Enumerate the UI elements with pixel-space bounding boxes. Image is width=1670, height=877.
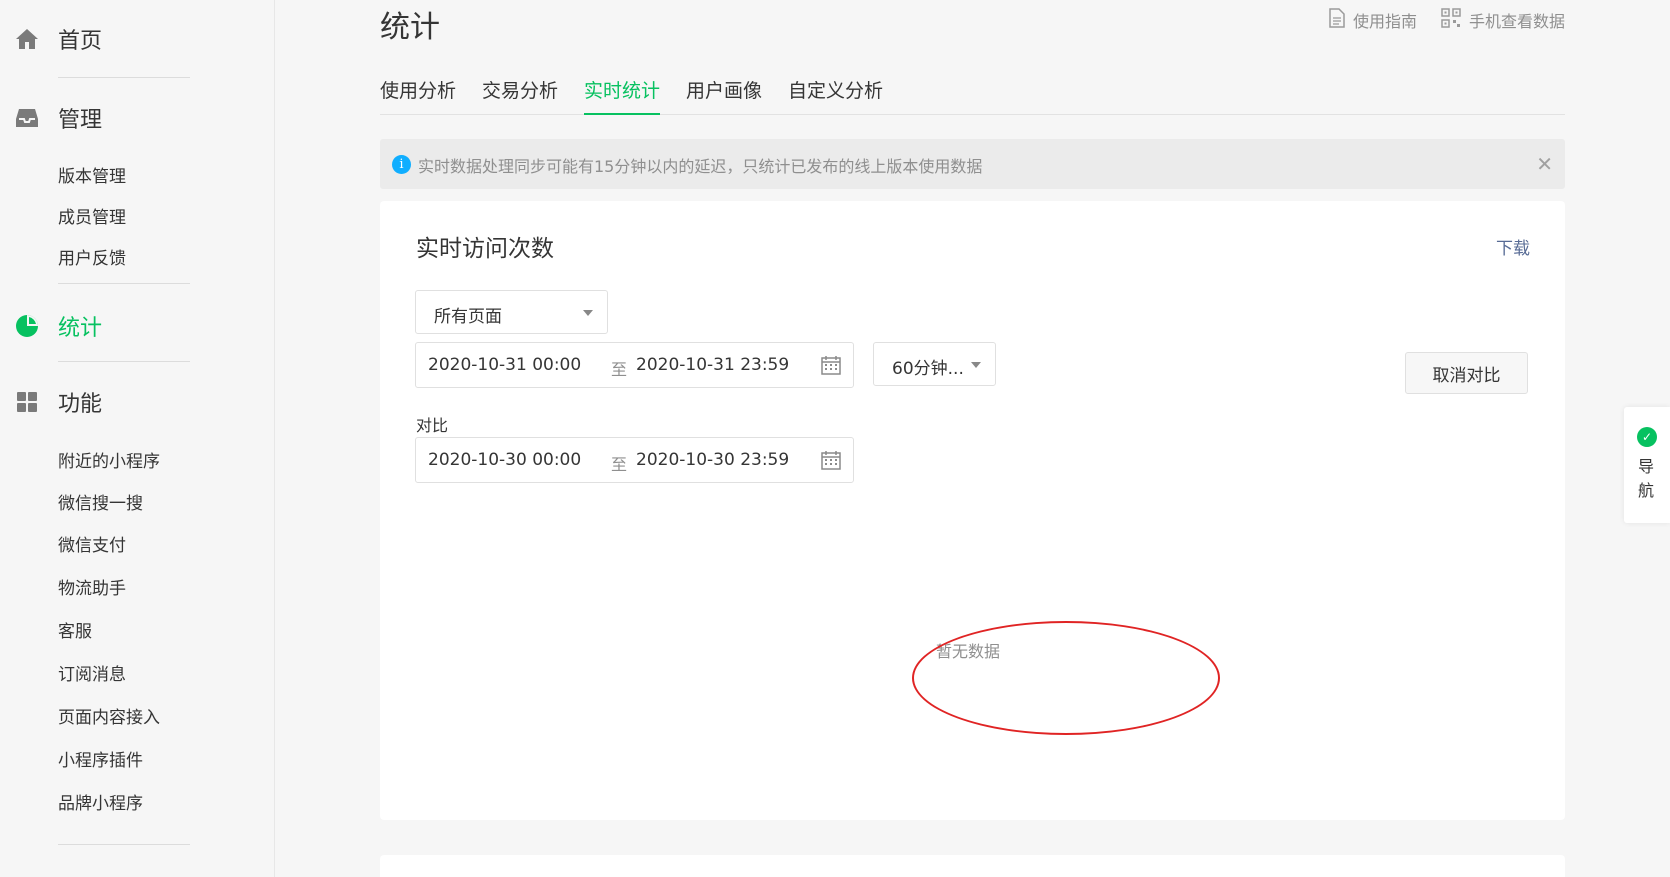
download-link[interactable]: 下载 [1496, 234, 1530, 259]
nav-home[interactable]: 首页 [0, 19, 275, 59]
chevron-down-icon [971, 362, 981, 368]
pie-chart-icon [14, 313, 40, 339]
divider [58, 844, 190, 845]
guide-link[interactable]: 使用指南 [1329, 8, 1417, 32]
realtime-card: 实时访问次数 下载 所有页面 2020-10-31 00:00 至 2020-1… [380, 201, 1565, 820]
float-nav-label-1: 导 [1638, 457, 1655, 476]
sidebar-item-logistics[interactable]: 物流助手 [58, 574, 126, 599]
floating-nav-button[interactable]: ✓ 导 航 [1624, 407, 1670, 523]
compare-label: 对比 [416, 416, 449, 435]
sidebar-item-feedback[interactable]: 用户反馈 [58, 244, 126, 269]
nav-home-label: 首页 [58, 29, 103, 54]
sidebar-item-brand[interactable]: 品牌小程序 [58, 789, 143, 814]
qrcode-icon [1441, 8, 1461, 32]
card-title: 实时访问次数 [416, 236, 554, 262]
nav-features-label: 功能 [58, 392, 103, 417]
inbox-icon [14, 105, 40, 131]
compare-separator: 至 [611, 455, 628, 474]
sidebar-item-members[interactable]: 成员管理 [58, 203, 126, 228]
page-select[interactable]: 所有页面 [415, 290, 608, 334]
date-range-picker[interactable]: 2020-10-31 00:00 至 2020-10-31 23:59 [415, 342, 854, 388]
compare-start: 2020-10-30 00:00 [428, 450, 582, 470]
cancel-compare-button[interactable]: 取消对比 [1405, 352, 1528, 394]
divider [58, 77, 190, 78]
mobile-label: 手机查看数据 [1468, 12, 1565, 31]
chevron-down-icon [583, 310, 593, 316]
no-data-text: 暂无数据 [936, 642, 1001, 661]
sidebar-item-content[interactable]: 页面内容接入 [58, 703, 160, 728]
nav-stats-label: 统计 [58, 316, 103, 341]
nav-manage-label: 管理 [58, 108, 103, 133]
notice-text: 实时数据处理同步可能有15分钟以内的延迟，只统计已发布的线上版本使用数据 [418, 157, 983, 176]
interval-select-value: 60分钟... [892, 359, 964, 379]
range-end: 2020-10-31 23:59 [636, 355, 790, 375]
sidebar-item-version[interactable]: 版本管理 [58, 162, 126, 187]
grid-icon [14, 389, 40, 415]
tab-usage[interactable]: 使用分析 [380, 76, 456, 115]
range-separator: 至 [611, 360, 628, 379]
secondary-card [380, 855, 1565, 877]
sidebar-item-search[interactable]: 微信搜一搜 [58, 489, 143, 514]
tab-custom[interactable]: 自定义分析 [788, 76, 883, 115]
close-icon[interactable]: ✕ [1536, 152, 1553, 176]
info-icon: i [392, 155, 411, 174]
divider [58, 283, 190, 284]
home-icon [14, 26, 40, 52]
tab-realtime[interactable]: 实时统计 [584, 76, 661, 115]
page-title: 统计 [380, 10, 440, 45]
page-select-value: 所有页面 [434, 307, 502, 327]
sidebar-item-service[interactable]: 客服 [58, 617, 92, 642]
nav-features[interactable]: 功能 [0, 382, 275, 422]
calendar-icon [821, 450, 841, 474]
interval-select[interactable]: 60分钟... [873, 342, 996, 386]
nav-manage[interactable]: 管理 [0, 98, 275, 138]
tab-transaction[interactable]: 交易分析 [482, 76, 558, 115]
top-links: 使用指南 手机查看数据 [1329, 8, 1565, 32]
nav-stats[interactable]: 统计 [0, 306, 275, 346]
nav-logo-icon: ✓ [1637, 427, 1657, 447]
sidebar-item-pay[interactable]: 微信支付 [58, 531, 126, 556]
guide-label: 使用指南 [1352, 12, 1417, 31]
notice-bar: i 实时数据处理同步可能有15分钟以内的延迟，只统计已发布的线上版本使用数据 ✕ [380, 139, 1565, 189]
tab-bar: 使用分析 交易分析 实时统计 用户画像 自定义分析 [380, 74, 1565, 115]
sidebar-item-nearby[interactable]: 附近的小程序 [58, 447, 160, 472]
document-icon [1329, 8, 1345, 32]
float-nav-label-2: 航 [1638, 481, 1655, 500]
sidebar-item-subscribe[interactable]: 订阅消息 [58, 660, 126, 685]
divider [58, 361, 190, 362]
range-start: 2020-10-31 00:00 [428, 355, 582, 375]
sidebar: 首页 管理 版本管理 成员管理 用户反馈 统计 功能 附近的小程序 微信搜一搜 … [0, 0, 275, 877]
sidebar-item-plugin[interactable]: 小程序插件 [58, 746, 143, 771]
compare-range-picker[interactable]: 2020-10-30 00:00 至 2020-10-30 23:59 [415, 437, 854, 483]
mobile-link[interactable]: 手机查看数据 [1441, 8, 1565, 32]
tab-user-profile[interactable]: 用户画像 [686, 76, 762, 115]
calendar-icon [821, 355, 841, 379]
compare-end: 2020-10-30 23:59 [636, 450, 790, 470]
